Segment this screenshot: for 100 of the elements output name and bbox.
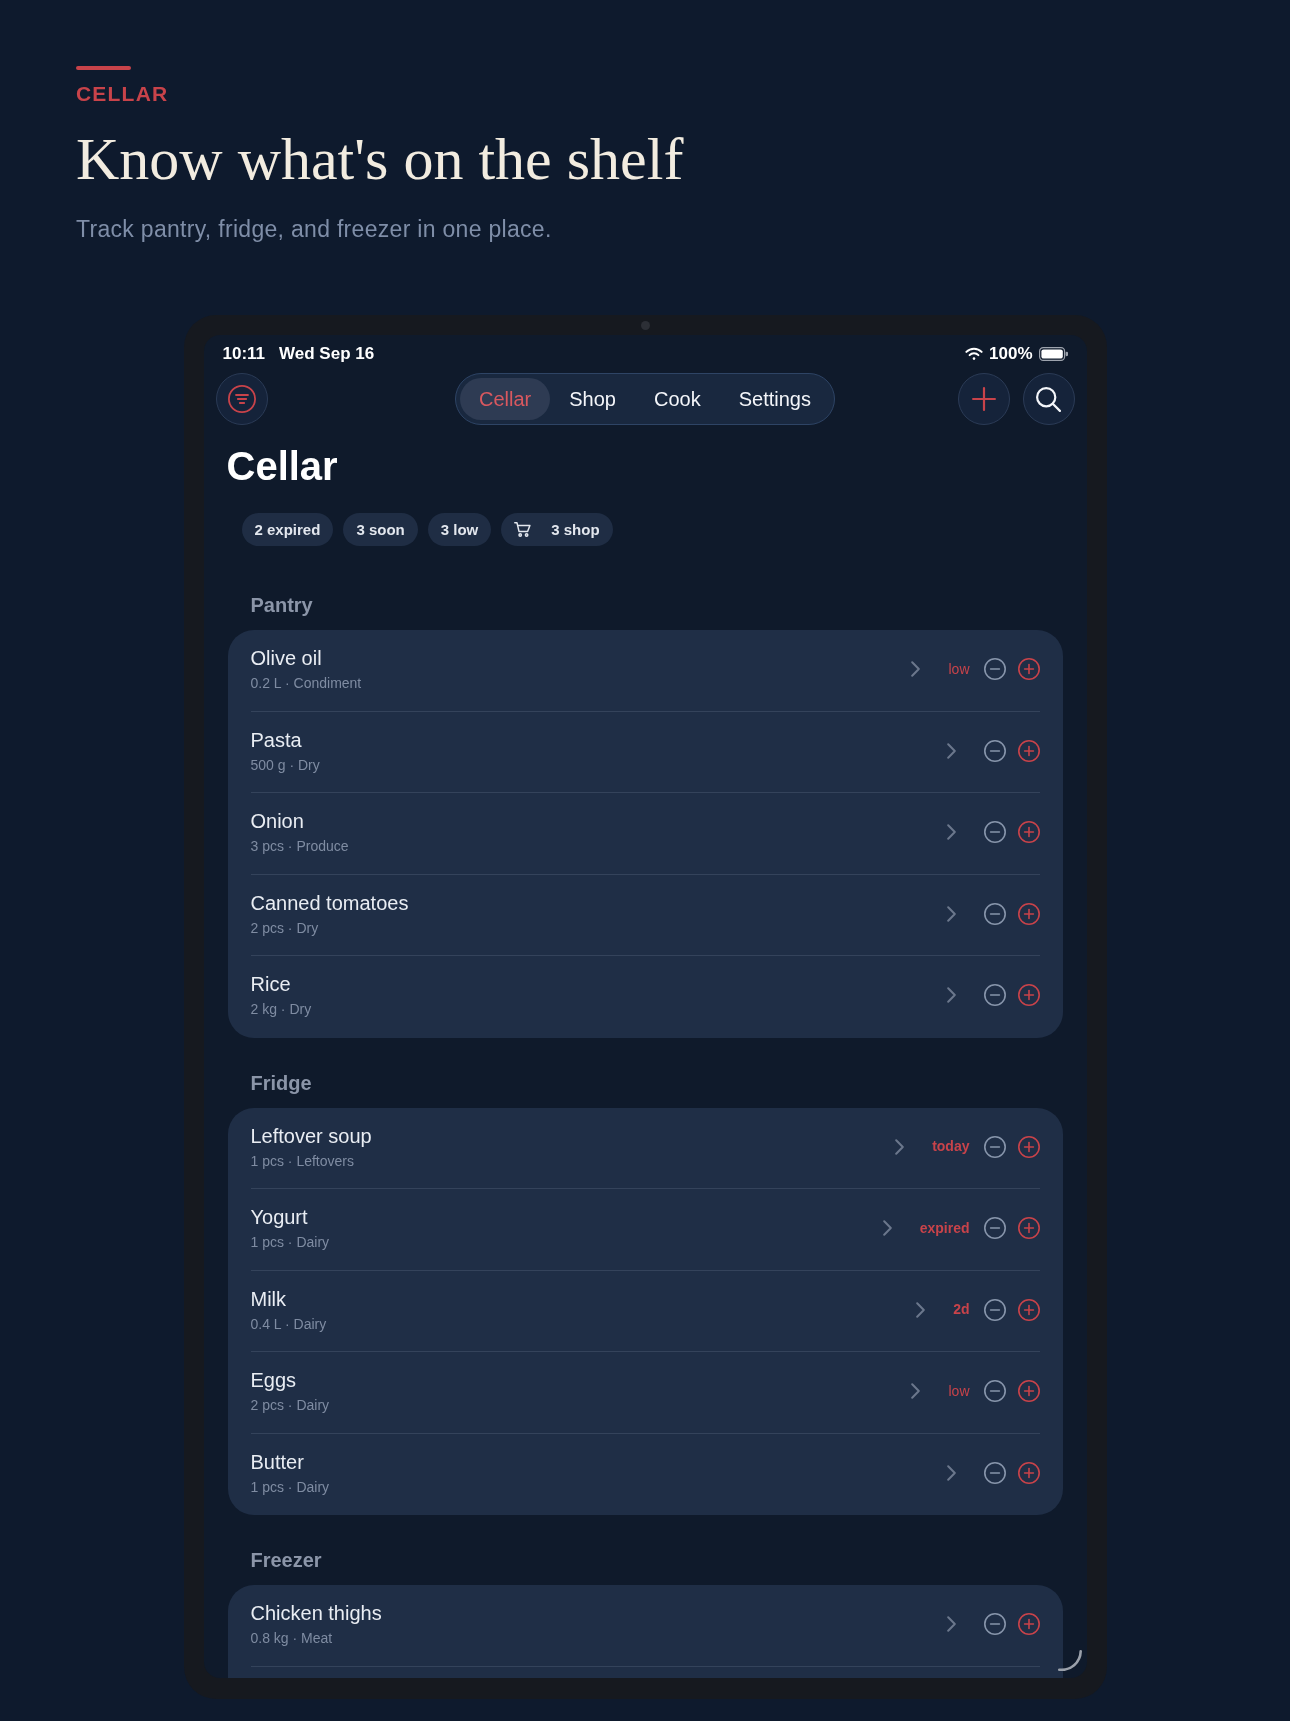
filter-chip[interactable]: 3 shop <box>501 513 613 546</box>
stock-status: low <box>948 1382 970 1400</box>
plus-circle-icon <box>1017 1217 1040 1240</box>
filter-chip[interactable]: 2 expired <box>241 513 334 546</box>
increase-button[interactable] <box>1017 1461 1040 1484</box>
chevron-icon <box>946 987 956 1004</box>
status-date: Wed Sep 16 <box>279 344 375 364</box>
plus-circle-icon <box>1017 1613 1040 1636</box>
decrease-button[interactable] <box>983 1298 1006 1321</box>
chevron-icon <box>911 661 921 678</box>
chevron-icon <box>946 905 956 922</box>
chevron-icon <box>946 1464 956 1481</box>
decrease-button[interactable] <box>983 821 1006 844</box>
chevron-icon <box>916 1301 926 1318</box>
tab[interactable]: Shop <box>550 378 635 420</box>
plus-icon <box>971 387 996 411</box>
minus-circle-icon <box>983 1461 1006 1484</box>
chevron-icon <box>946 824 956 841</box>
item-detail: 2 pcs · Dry <box>250 919 320 937</box>
stock-status: low <box>948 660 970 678</box>
battery-icon <box>1038 347 1068 361</box>
search-icon <box>1036 386 1061 412</box>
minus-circle-icon <box>983 1298 1006 1321</box>
hero-subtitle: Track pantry, fridge, and freezer in one place. <box>76 215 552 244</box>
hero-title: Know what's on the shelf <box>76 127 684 191</box>
plus-circle-icon <box>1017 1298 1040 1321</box>
minus-circle-icon <box>983 1217 1006 1240</box>
expiry-status: expired <box>919 1219 970 1237</box>
item-detail: 3 pcs · Produce <box>250 838 349 856</box>
increase-button[interactable] <box>1017 984 1040 1007</box>
minus-circle-icon <box>983 984 1006 1007</box>
item-name: Leftover soup <box>250 1123 372 1148</box>
item-name: Chicken thighs <box>250 1601 382 1626</box>
filter-chip[interactable]: 3 soon <box>343 513 418 546</box>
section-heading: Freezer <box>250 1548 323 1572</box>
plus-circle-icon <box>1017 902 1040 925</box>
decrease-button[interactable] <box>983 739 1006 762</box>
eyebrow-label: CELLAR <box>76 82 169 106</box>
expiry-status: 2d <box>953 1301 970 1319</box>
chevron-icon <box>946 742 956 759</box>
decrease-button[interactable] <box>983 1461 1006 1484</box>
decrease-button[interactable] <box>983 984 1006 1007</box>
minus-circle-icon <box>983 1380 1006 1403</box>
minus-circle-icon <box>983 658 1006 681</box>
wifi-icon <box>965 347 983 361</box>
increase-button[interactable] <box>1017 1217 1040 1240</box>
tab[interactable]: Settings <box>719 378 830 420</box>
decrease-button[interactable] <box>983 658 1006 681</box>
decrease-button[interactable] <box>983 902 1006 925</box>
item-detail: 500 g · Dry <box>250 756 320 774</box>
item-name: Yogurt <box>250 1205 309 1230</box>
item-detail: 1 pcs · Dairy <box>250 1478 330 1496</box>
increase-button[interactable] <box>1017 1380 1040 1403</box>
plus-circle-icon <box>1017 739 1040 762</box>
arc-icon <box>1057 1650 1082 1671</box>
chevron-icon <box>895 1138 905 1155</box>
filter-chip[interactable]: 3 low <box>427 513 492 546</box>
increase-button[interactable] <box>1017 1613 1040 1636</box>
item-name: Canned tomatoes <box>250 890 409 915</box>
item-name: Pasta <box>250 727 303 752</box>
item-name: Milk <box>250 1286 288 1311</box>
increase-button[interactable] <box>1017 1135 1040 1158</box>
decrease-button[interactable] <box>983 1380 1006 1403</box>
item-detail: 2 kg · Dry <box>250 1001 312 1019</box>
item-detail: 2 pcs · Dairy <box>250 1397 330 1415</box>
filter-icon <box>227 385 256 413</box>
minus-circle-icon <box>983 1613 1006 1636</box>
chevron-icon <box>882 1220 892 1237</box>
section-heading: Fridge <box>250 1070 313 1095</box>
plus-circle-icon <box>1017 658 1040 681</box>
plus-circle-icon <box>1017 1135 1040 1158</box>
battery-percentage: 100% <box>989 344 1033 364</box>
item-name: Onion <box>250 809 305 834</box>
item-detail: 1 pcs · Dairy <box>250 1234 330 1252</box>
expiry-status: today <box>932 1138 970 1156</box>
decrease-button[interactable] <box>983 1217 1006 1240</box>
page-title: Cellar <box>226 443 339 489</box>
increase-button[interactable] <box>1017 821 1040 844</box>
chevron-icon <box>946 1616 956 1633</box>
cart-icon <box>514 522 532 537</box>
plus-circle-icon <box>1017 1461 1040 1484</box>
minus-circle-icon <box>983 739 1006 762</box>
plus-circle-icon <box>1017 984 1040 1007</box>
increase-button[interactable] <box>1017 902 1040 925</box>
decrease-button[interactable] <box>983 1135 1006 1158</box>
decrease-button[interactable] <box>983 1613 1006 1636</box>
item-detail: 0.4 L · Dairy <box>250 1315 327 1333</box>
item-detail: 1 pcs · Leftovers <box>250 1152 355 1170</box>
item-detail: 0.8 kg · Meat <box>250 1630 334 1648</box>
increase-button[interactable] <box>1017 739 1040 762</box>
item-detail: 0.2 L · Condiment <box>250 675 362 693</box>
increase-button[interactable] <box>1017 1298 1040 1321</box>
plus-circle-icon <box>1017 1380 1040 1403</box>
increase-button[interactable] <box>1017 658 1040 681</box>
section-heading: Pantry <box>250 593 314 617</box>
chevron-icon <box>911 1383 921 1400</box>
minus-circle-icon <box>983 821 1006 844</box>
tab[interactable]: Cook <box>635 378 720 420</box>
accent-bar <box>76 66 131 70</box>
item-name: Eggs <box>250 1368 298 1393</box>
